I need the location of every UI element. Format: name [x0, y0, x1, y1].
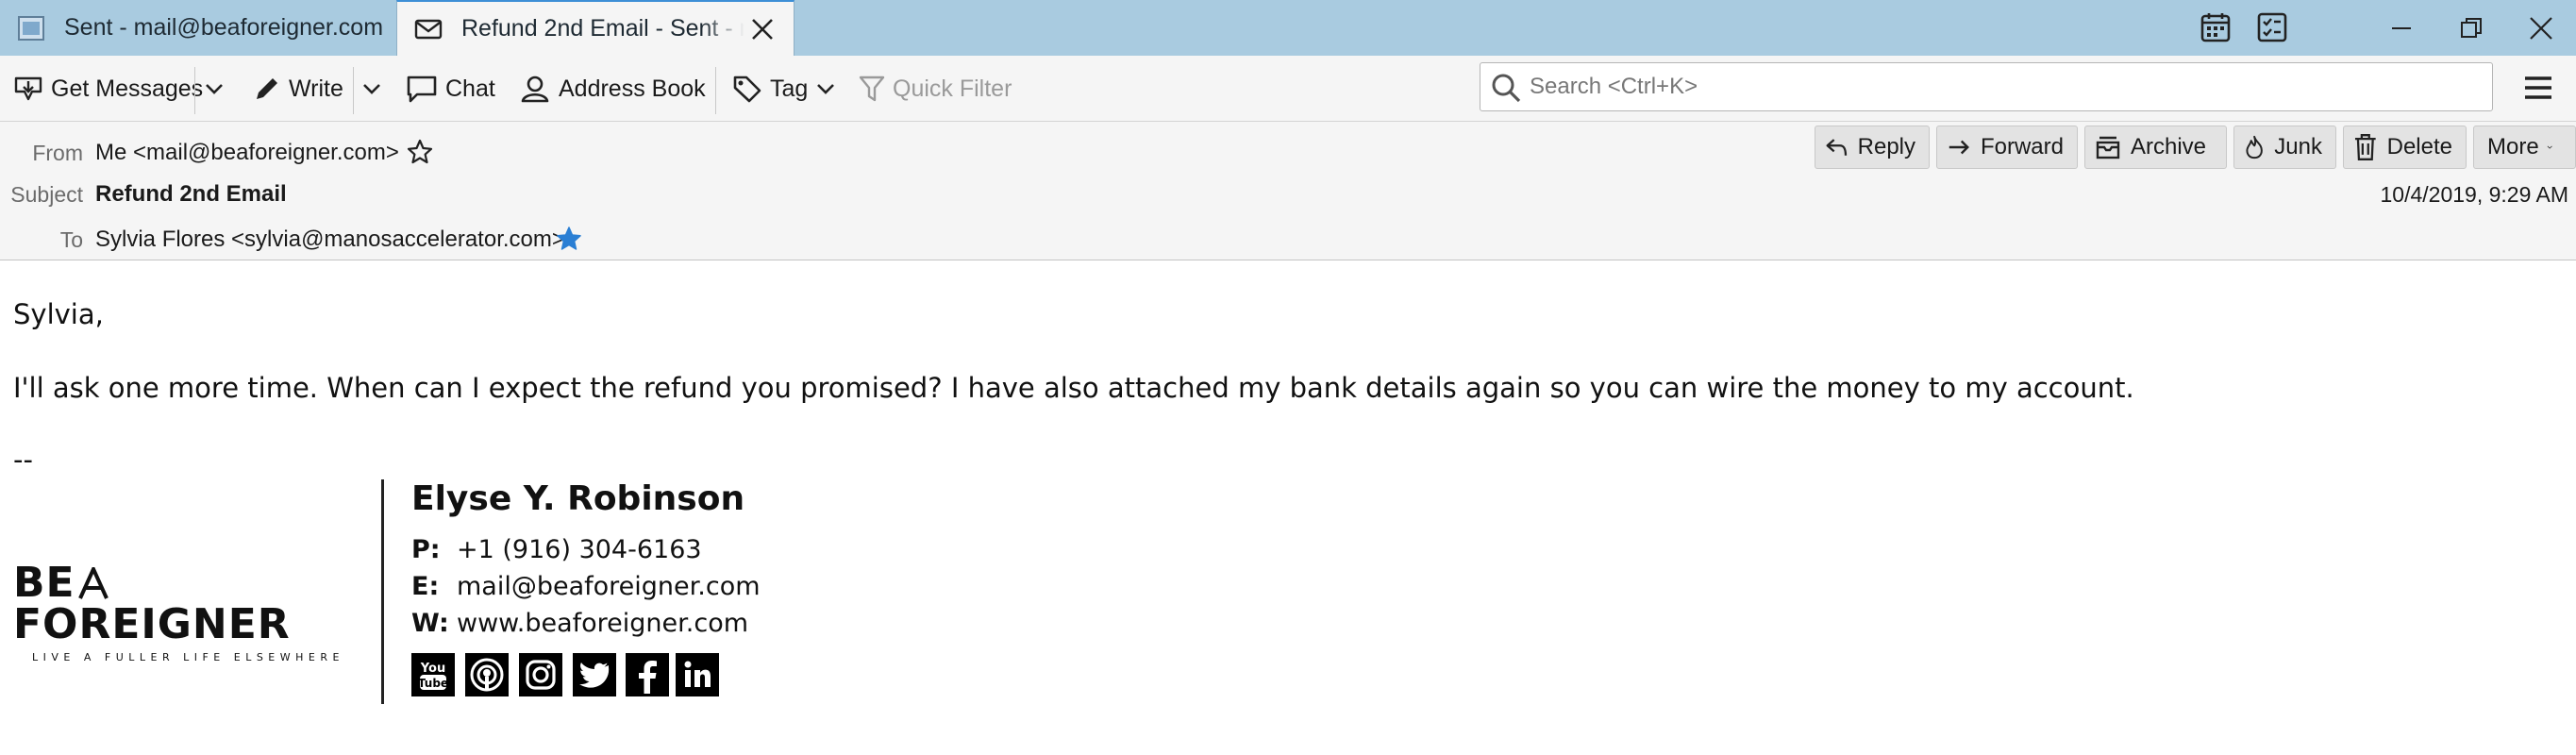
subject-label: Subject: [10, 182, 83, 207]
search-input[interactable]: Search <Ctrl+K>: [1480, 62, 2493, 111]
subject-value: Refund 2nd Email: [95, 181, 287, 207]
to-value[interactable]: Sylvia Flores <sylvia@manosaccelerator.c…: [95, 226, 565, 253]
restore-icon[interactable]: [2436, 0, 2506, 56]
signature-divider: [381, 479, 384, 704]
website-value[interactable]: www.beaforeigner.com: [457, 609, 748, 638]
tab-bar: Sent - mail@beaforeigner.com Refund 2nd …: [0, 0, 2576, 56]
address-book-button[interactable]: Address Book: [519, 67, 706, 110]
signature-website: W: www.beaforeigner.com: [411, 609, 748, 638]
star-filled-icon[interactable]: [556, 226, 582, 252]
signature-name: Elyse Y. Robinson: [411, 479, 745, 518]
tab-label: Sent - mail@beaforeigner.com: [64, 14, 384, 41]
phone-label: P:: [411, 535, 441, 564]
forward-button[interactable]: Forward: [1936, 126, 2078, 169]
tasks-icon[interactable]: [2255, 10, 2289, 44]
signature-email: E: mail@beaforeigner.com: [411, 572, 761, 601]
folder-icon: [15, 12, 47, 44]
more-button[interactable]: More: [2473, 126, 2576, 169]
youtube-icon[interactable]: You Tube: [411, 653, 455, 696]
logo-tagline: LIVE A FULLER LIFE ELSEWHERE: [32, 651, 344, 663]
linkedin-icon[interactable]: [676, 653, 719, 696]
download-icon: [14, 76, 42, 101]
signature-phone: P: +1 (916) 304-6163: [411, 535, 702, 564]
get-messages-dropdown[interactable]: [204, 67, 232, 110]
tab-sent-folder[interactable]: Sent - mail@beaforeigner.com: [0, 0, 396, 56]
calendar-icon[interactable]: [2199, 10, 2233, 44]
chevron-down-icon: [2547, 145, 2552, 149]
reply-icon: [1826, 139, 1848, 156]
tab-label: Refund 2nd Email - Sent - mail@beaforeig…: [461, 15, 744, 42]
forward-icon: [1949, 140, 1969, 155]
get-messages-label: Get Messages: [51, 75, 204, 102]
chevron-down-icon: [206, 84, 223, 94]
chevron-down-icon: [363, 84, 380, 94]
chat-label: Chat: [445, 75, 495, 102]
email-label: E:: [411, 572, 440, 601]
message-date: 10/4/2019, 9:29 AM: [2380, 182, 2569, 207]
podcast-icon[interactable]: [465, 653, 509, 696]
write-dropdown[interactable]: [361, 67, 390, 110]
company-logo: BEFOREIGNER LIVE A FULLER LIFE ELSEWHERE: [13, 559, 353, 664]
delete-button[interactable]: Delete: [2343, 126, 2467, 169]
write-button[interactable]: Write: [253, 67, 343, 110]
reply-button[interactable]: Reply: [1815, 126, 1930, 169]
to-label: To: [59, 227, 83, 252]
website-label: W:: [411, 609, 449, 638]
instagram-icon[interactable]: [519, 653, 562, 696]
write-label: Write: [289, 75, 343, 102]
from-value[interactable]: Me <mail@beaforeigner.com>: [95, 140, 399, 166]
get-messages-button[interactable]: Get Messages: [13, 67, 203, 110]
email-greeting: Sylvia,: [13, 298, 104, 330]
flame-icon: [2246, 135, 2263, 159]
filter-icon: [859, 76, 885, 102]
minimize-icon[interactable]: [2367, 0, 2436, 56]
tab-message[interactable]: Refund 2nd Email - Sent - mail@beaforeig…: [396, 0, 795, 56]
toolbar-divider: [194, 67, 195, 114]
trash-icon: [2354, 134, 2376, 160]
more-label: More: [2487, 134, 2539, 159]
address-book-label: Address Book: [559, 75, 706, 102]
forward-label: Forward: [1980, 134, 2064, 159]
signature-separator: --: [13, 444, 33, 476]
chat-icon: [407, 76, 437, 103]
tag-label: Tag: [770, 75, 809, 102]
quick-filter-label: Quick Filter: [893, 75, 1012, 102]
search-icon: [1492, 74, 1521, 103]
email-value[interactable]: mail@beaforeigner.com: [457, 572, 761, 601]
pencil-icon: [257, 78, 277, 99]
twitter-icon[interactable]: [573, 653, 616, 696]
delete-label: Delete: [2386, 134, 2452, 159]
contacts-icon: [521, 76, 549, 103]
search-placeholder: Search <Ctrl+K>: [1530, 74, 1698, 99]
archive-label: Archive: [2131, 134, 2207, 159]
chat-button[interactable]: Chat: [406, 67, 495, 110]
close-icon[interactable]: [748, 15, 777, 43]
toolbar-divider: [353, 67, 354, 114]
star-outline-icon[interactable]: [407, 139, 433, 165]
junk-label: Junk: [2274, 134, 2322, 159]
window-controls: [2367, 0, 2576, 56]
quick-filter-button[interactable]: Quick Filter: [859, 67, 1012, 110]
junk-button[interactable]: Junk: [2233, 126, 2336, 169]
reply-label: Reply: [1857, 134, 1915, 159]
logo-text: BEFOREIGNER: [13, 559, 291, 648]
hamburger-menu-icon[interactable]: [2519, 71, 2557, 105]
svg-text:You: You: [420, 662, 445, 676]
phone-value[interactable]: +1 (916) 304-6163: [457, 535, 702, 564]
from-label: From: [32, 141, 83, 165]
tag-icon: [733, 76, 761, 103]
chevron-down-icon: [817, 84, 835, 94]
envelope-icon: [412, 13, 444, 45]
close-window-icon[interactable]: [2506, 0, 2576, 56]
archive-button[interactable]: Archive: [2084, 126, 2227, 169]
tag-button[interactable]: Tag: [732, 67, 844, 110]
facebook-icon[interactable]: [626, 653, 669, 696]
svg-text:Tube: Tube: [418, 677, 448, 690]
toolbar-divider: [715, 67, 716, 114]
archive-icon: [2096, 136, 2120, 159]
email-paragraph: I'll ask one more time. When can I expec…: [13, 372, 2134, 404]
